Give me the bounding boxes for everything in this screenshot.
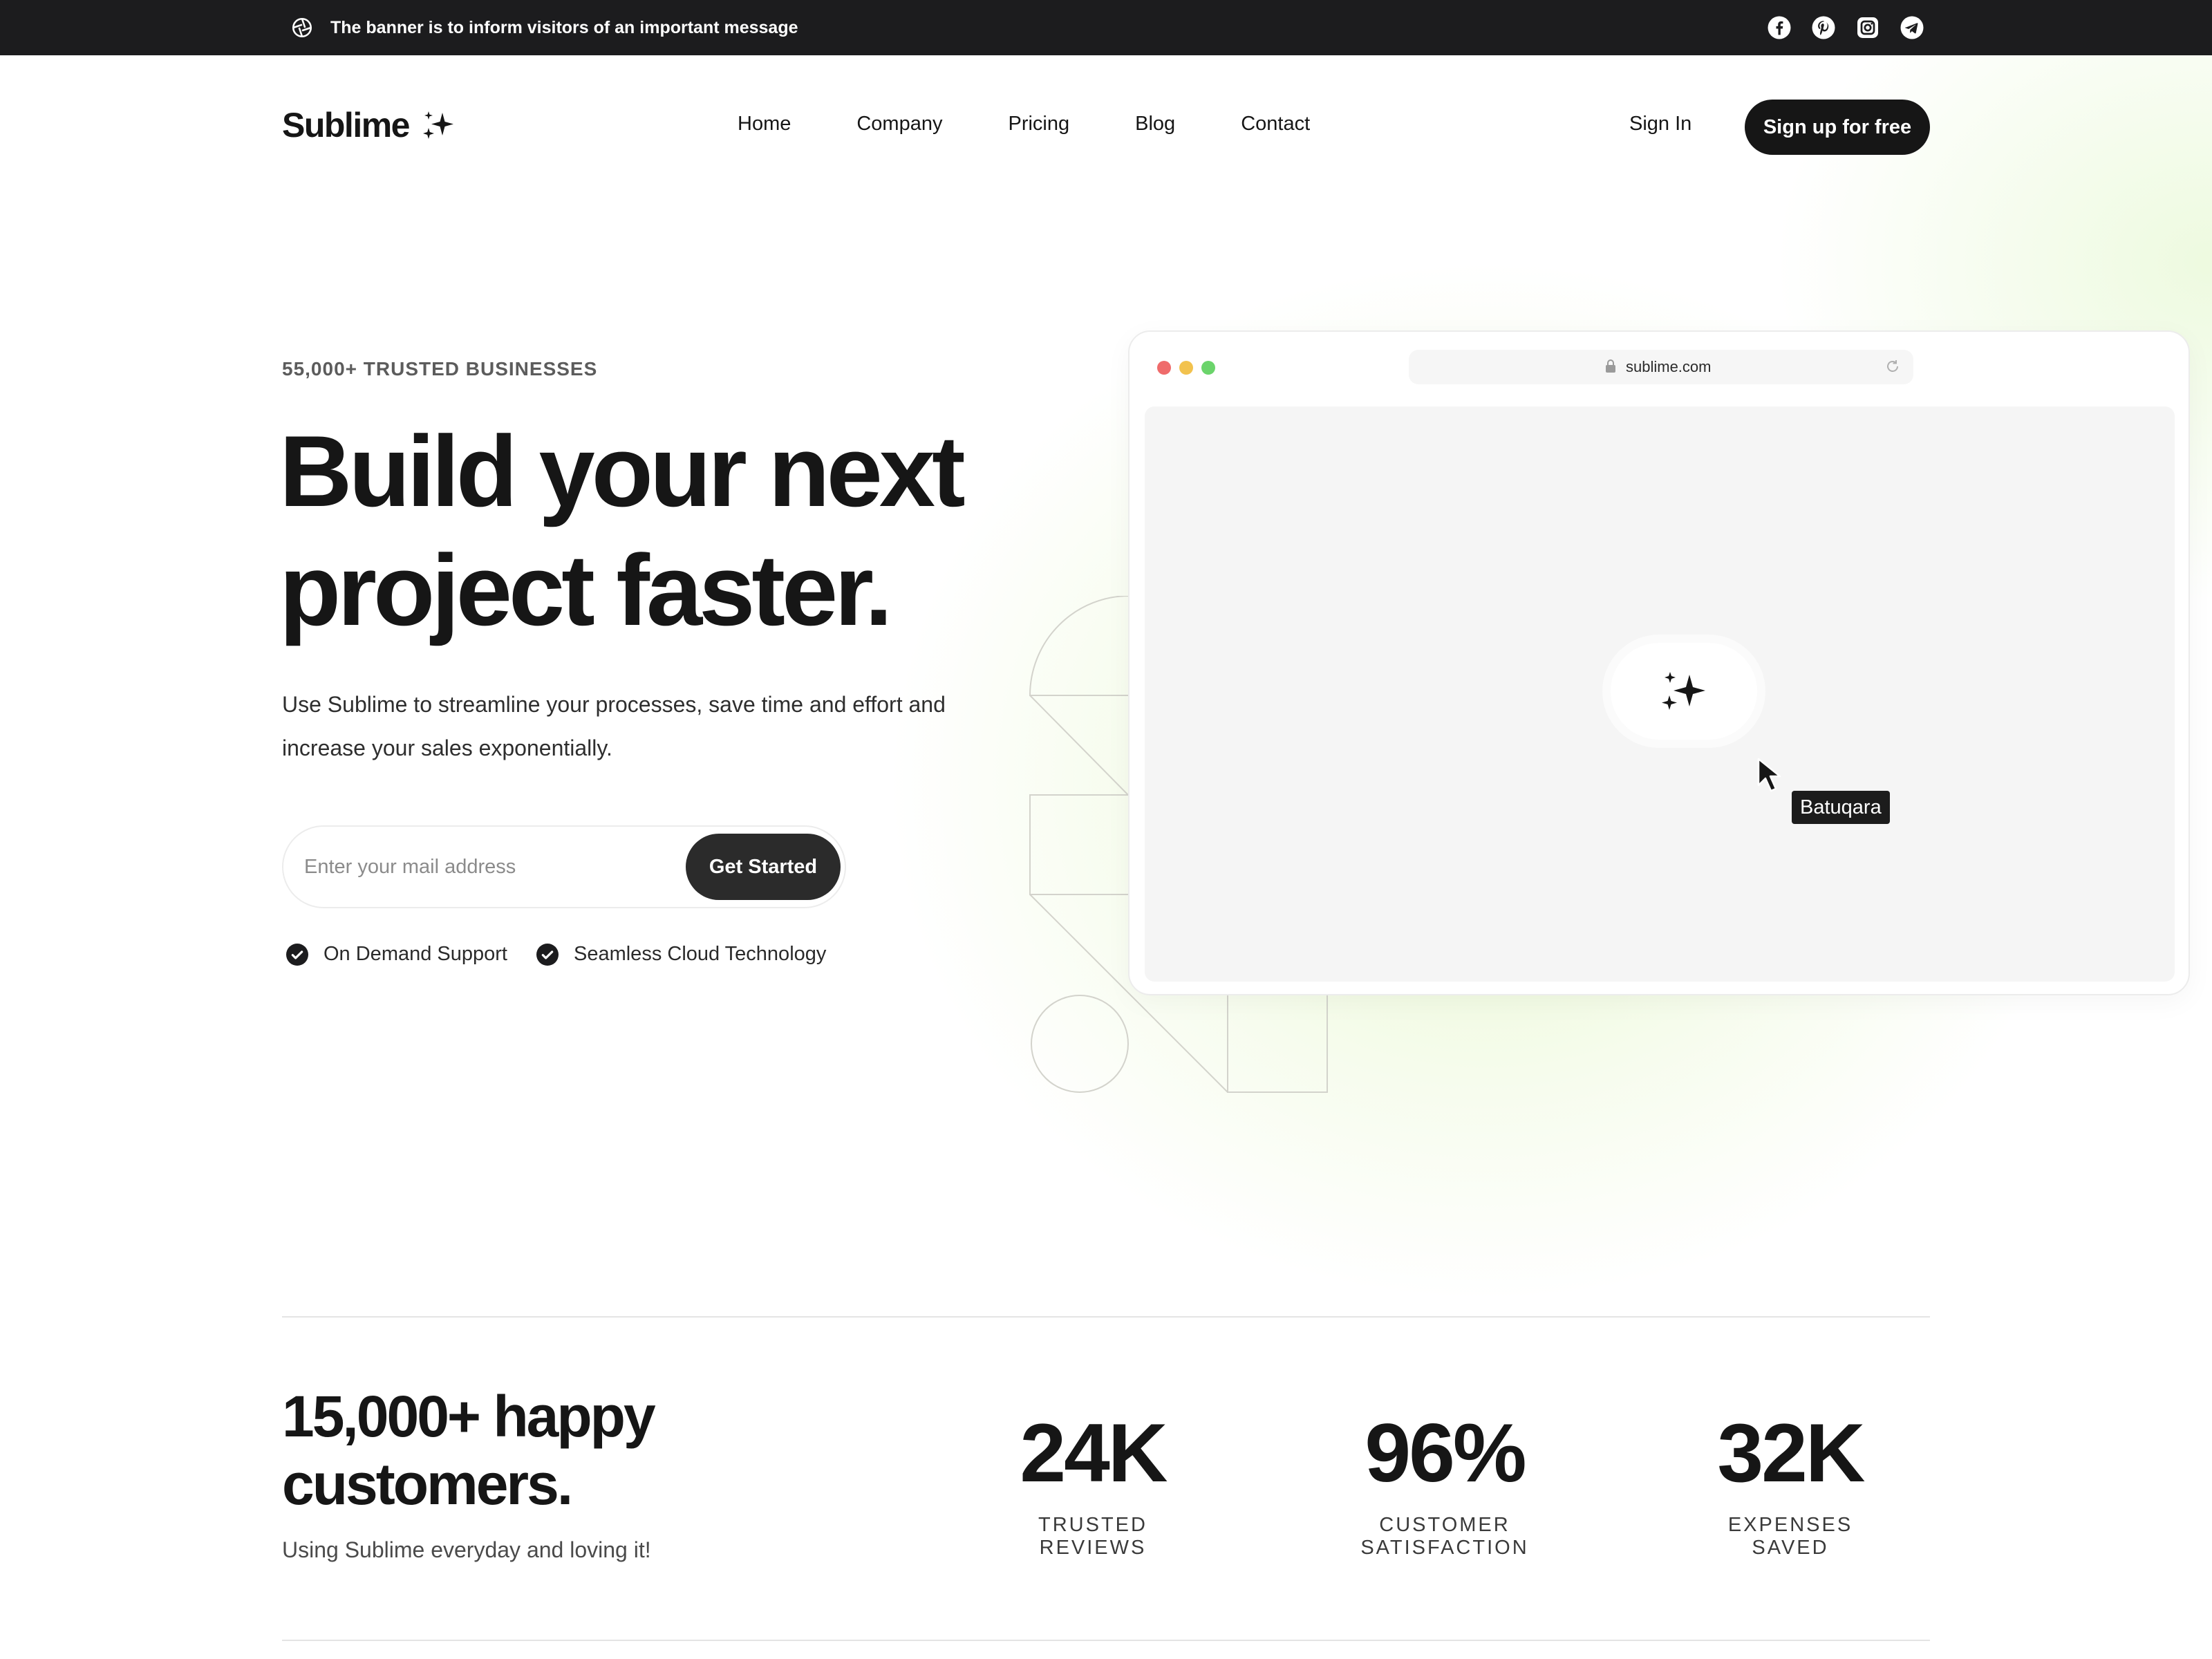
stat-label: CUSTOMER SATISFACTION (1360, 1514, 1529, 1559)
sign-in-link[interactable]: Sign In (1629, 113, 1691, 135)
divider-bottom (282, 1640, 1930, 1641)
stats-headline: 15,000+ happy customers. (282, 1384, 656, 1517)
check-circle-icon (286, 943, 308, 966)
feature-list: On Demand Support Seamless Cloud Technol… (286, 943, 855, 966)
maximize-dot (1201, 361, 1215, 375)
minimize-dot (1179, 361, 1193, 375)
stat-item: 96% CUSTOMER SATISFACTION (1300, 1405, 1590, 1559)
logo-text: Sublime (282, 106, 410, 144)
close-dot (1157, 361, 1171, 375)
hero-subcopy: Use Sublime to streamline your processes… (282, 692, 946, 760)
stat-value: 96% (1365, 1407, 1526, 1499)
feature-item: Seamless Cloud Technology (536, 943, 826, 966)
stat-value: 24K (1020, 1407, 1168, 1499)
url-bar: sublime.com (1409, 350, 1913, 384)
logo[interactable]: Sublime (282, 105, 458, 145)
sparkles-icon (422, 111, 453, 139)
mouse-pointer-icon (1757, 758, 1781, 792)
hero-eyebrow: 55,000+ TRUSTED BUSINESSES (282, 358, 598, 379)
sparkles-icon (1662, 672, 1705, 710)
facebook-icon[interactable] (1767, 15, 1792, 40)
window-controls (1157, 361, 1215, 375)
headline-line-1: Build your next (279, 415, 966, 527)
instagram-icon[interactable] (1855, 15, 1880, 40)
email-input[interactable] (304, 843, 664, 890)
stat-value: 32K (1717, 1407, 1865, 1499)
hero-headline: Build your next project faster. (279, 412, 1109, 650)
stat-label: TRUSTED REVIEWS (1038, 1514, 1147, 1559)
feature-label: Seamless Cloud Technology (573, 943, 827, 965)
divider-top (282, 1316, 1930, 1318)
sign-up-button[interactable]: Sign up for free (1745, 100, 1930, 155)
nav-company[interactable]: Company (856, 113, 942, 135)
nav-blog[interactable]: Blog (1135, 113, 1175, 135)
browser-mockup: sublime.com (1128, 330, 2190, 995)
reload-icon (1887, 360, 1898, 372)
feature-label: On Demand Support (324, 943, 507, 965)
stat-label: EXPENSES SAVED (1727, 1514, 1853, 1559)
get-started-button[interactable]: Get Started (686, 834, 841, 900)
cursor-name-tag: Batuqara (1792, 791, 1890, 824)
check-circle-icon (536, 943, 559, 966)
main-nav: Home Company Pricing Blog Contact (738, 113, 1376, 135)
stat-item: 24K TRUSTED REVIEWS (993, 1405, 1193, 1559)
headline-line-2: project faster. (279, 534, 892, 646)
email-signup-form: Get Started (282, 825, 846, 908)
lock-icon (1606, 359, 1615, 373)
browser-viewport (1145, 406, 2175, 982)
feature-item: On Demand Support (286, 943, 507, 966)
nav-contact[interactable]: Contact (1241, 113, 1310, 135)
nav-pricing[interactable]: Pricing (1008, 113, 1069, 135)
stat-item: 32K EXPENSES SAVED (1694, 1405, 1887, 1559)
telegram-icon[interactable] (1900, 15, 1924, 40)
pinterest-icon[interactable] (1811, 15, 1836, 40)
sparkle-badge (1611, 643, 1757, 740)
url-text: sublime.com (1626, 358, 1712, 375)
nav-home[interactable]: Home (738, 113, 791, 135)
social-links (1767, 15, 1924, 40)
stats-subline: Using Sublime everyday and loving it! (282, 1537, 651, 1562)
aperture-icon (292, 17, 312, 38)
banner-text: The banner is to inform visitors of an i… (330, 17, 798, 37)
banner-message: The banner is to inform visitors of an i… (290, 15, 798, 40)
announcement-banner: The banner is to inform visitors of an i… (0, 0, 2212, 55)
